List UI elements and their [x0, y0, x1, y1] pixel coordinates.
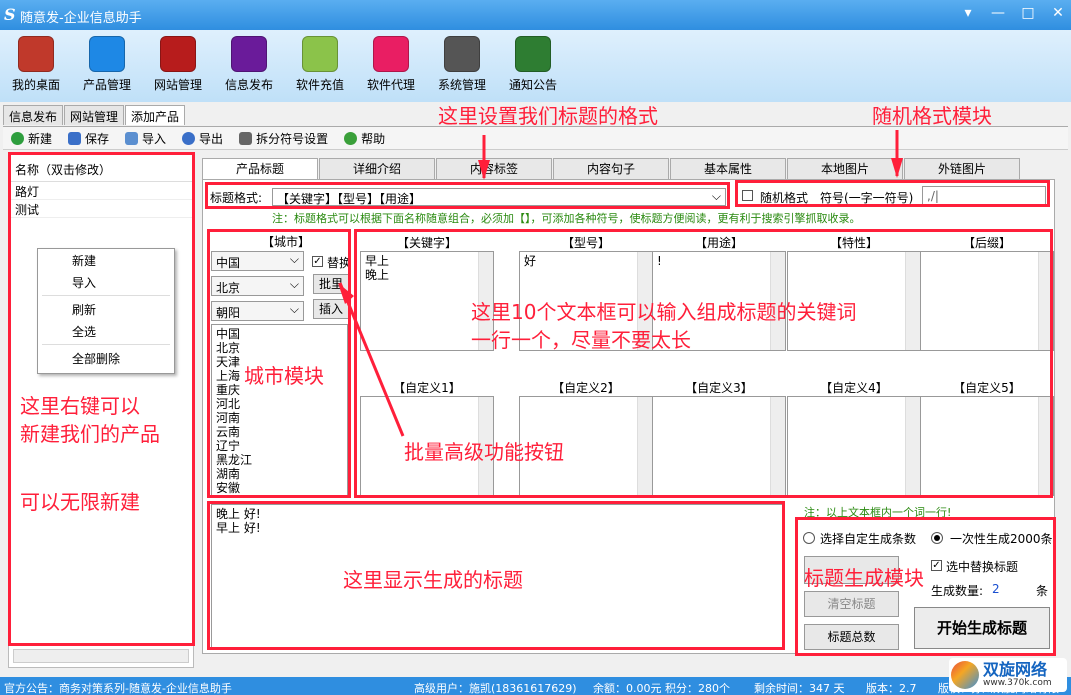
toolbar-label: 我的桌面 [11, 78, 60, 92]
annotation-city: 城市模块 [244, 364, 324, 388]
tab-content-sentences[interactable]: 内容句子 [553, 158, 669, 180]
toolbar-desktop-button[interactable]: 我的桌面 [4, 36, 68, 93]
toolbar-recharge-button[interactable]: 软件充值 [288, 36, 352, 93]
annotation-left-1: 这里右键可以 [20, 394, 140, 418]
tab-site-manage[interactable]: 网站管理 [64, 105, 125, 125]
minimize-icon[interactable]: — [989, 4, 1007, 22]
floppy-icon [68, 131, 82, 145]
tab-external-images[interactable]: 外链图片 [904, 158, 1020, 180]
app-logo: S [4, 5, 16, 24]
status-bar: 官方公告：商务对策系列-随意发-企业信息助手 高级用户：施凯(183616176… [0, 677, 1071, 695]
maximize-icon[interactable]: □ [1019, 4, 1037, 22]
import-button[interactable]: 导入 [125, 130, 166, 147]
watermark-url: www.370k.com [983, 678, 1052, 688]
toolbar-agent-button[interactable]: 软件代理 [359, 36, 423, 93]
status-version: 版本：2.7 [866, 682, 917, 695]
new-label: 新建 [28, 131, 53, 146]
close-icon[interactable]: ✕ [1049, 4, 1067, 22]
desktop-icon [18, 36, 54, 72]
annotation-box-format [205, 182, 730, 209]
status-user: 高级用户：施凯(18361617629) [414, 682, 577, 695]
help-button[interactable]: 帮助 [344, 130, 385, 147]
toolbar-label: 软件代理 [366, 78, 415, 92]
horizontal-scrollbar[interactable] [13, 649, 189, 663]
main-toolbar: 我的桌面 产品管理 网站管理 信息发布 软件充值 软件代理 系统管理 通知公告 [0, 30, 1071, 102]
annotation-generate: 标题生成模块 [804, 566, 924, 590]
settings-icon [239, 131, 253, 145]
import-label: 导入 [142, 131, 167, 146]
annotation-format: 这里设置我们标题的格式 [438, 104, 658, 128]
recharge-icon [302, 36, 338, 72]
toolbar-product-button[interactable]: 产品管理 [75, 36, 139, 93]
tab-local-images[interactable]: 本地图片 [787, 158, 903, 180]
title-bar: S 随意发-企业信息助手 ▾ — □ ✕ [0, 0, 1071, 30]
format-notice: 注：标题格式可以根据下面名称随意组合，必须加【】，可添加各种符号，使标题方便阅读… [272, 212, 861, 225]
window-controls: ▾ — □ ✕ [959, 4, 1067, 22]
toolbar-label: 信息发布 [224, 78, 273, 92]
tab-detail[interactable]: 详细介绍 [319, 158, 435, 180]
notice-icon [515, 36, 551, 72]
product-icon [89, 36, 125, 72]
help-icon [344, 131, 358, 145]
arrow-icon [182, 131, 196, 145]
toolbar-label: 产品管理 [82, 78, 131, 92]
save-label: 保存 [85, 131, 110, 146]
new-button[interactable]: 新建 [11, 130, 52, 147]
window-title: 随意发-企业信息助手 [20, 11, 142, 26]
watermark: 双旋网络 www.370k.com [949, 658, 1067, 692]
annotation-keywords-2: 一行一个，尽量不要太长 [471, 328, 691, 352]
split-symbol-button[interactable]: 拆分符号设置 [239, 130, 328, 147]
watermark-name: 双旋网络 [983, 660, 1048, 679]
publish-icon [231, 36, 267, 72]
tab-product-title[interactable]: 产品标题 [202, 158, 318, 180]
status-announcement: 官方公告：商务对策系列-随意发-企业信息助手 [4, 682, 232, 695]
dropdown-icon[interactable]: ▾ [959, 4, 977, 22]
tab-add-product[interactable]: 添加产品 [125, 105, 186, 125]
site-icon [160, 36, 196, 72]
toolbar-notice-button[interactable]: 通知公告 [501, 36, 565, 93]
annotation-left-2: 新建我们的产品 [20, 422, 160, 446]
annotation-left-3: 可以无限新建 [20, 490, 140, 514]
status-balance: 余额：0.00元 积分：280个 [593, 682, 730, 695]
tab-info-publish[interactable]: 信息发布 [3, 105, 64, 125]
folder-icon [125, 131, 139, 145]
annotation-random: 随机格式模块 [872, 104, 992, 128]
toolbar-label: 软件充值 [295, 78, 344, 92]
annotation-output: 这里显示生成的标题 [343, 568, 523, 592]
help-label: 帮助 [361, 131, 386, 146]
toolbar-label: 通知公告 [508, 78, 557, 92]
status-remaining: 剩余时间：347 天 [754, 682, 845, 695]
toolbar-label: 网站管理 [153, 78, 202, 92]
tab-content-tags[interactable]: 内容标签 [436, 158, 552, 180]
action-bar: 新建 保存 导入 导出 拆分符号设置 帮助 [3, 126, 1068, 150]
agent-icon [373, 36, 409, 72]
toolbar-system-button[interactable]: 系统管理 [430, 36, 494, 93]
toolbar-label: 系统管理 [437, 78, 486, 92]
annotation-batch: 批量高级功能按钮 [404, 440, 564, 464]
save-button[interactable]: 保存 [68, 130, 109, 147]
sub-tabs: 产品标题 详细介绍 内容标签 内容句子 基本属性 本地图片 外链图片 [202, 158, 1021, 180]
split-symbol-label: 拆分符号设置 [256, 131, 329, 146]
toolbar-publish-button[interactable]: 信息发布 [217, 36, 281, 93]
annotation-keywords-1: 这里10个文本框可以输入组成标题的关键词 [471, 300, 857, 324]
export-button[interactable]: 导出 [182, 130, 223, 147]
annotation-box-random [735, 180, 1050, 207]
toolbar-site-button[interactable]: 网站管理 [146, 36, 210, 93]
tab-basic-attributes[interactable]: 基本属性 [670, 158, 786, 180]
plus-icon [11, 131, 24, 145]
system-icon [444, 36, 480, 72]
watermark-logo [951, 661, 979, 689]
export-label: 导出 [199, 131, 224, 146]
main-tabs: 信息发布 网站管理 添加产品 [3, 105, 186, 125]
